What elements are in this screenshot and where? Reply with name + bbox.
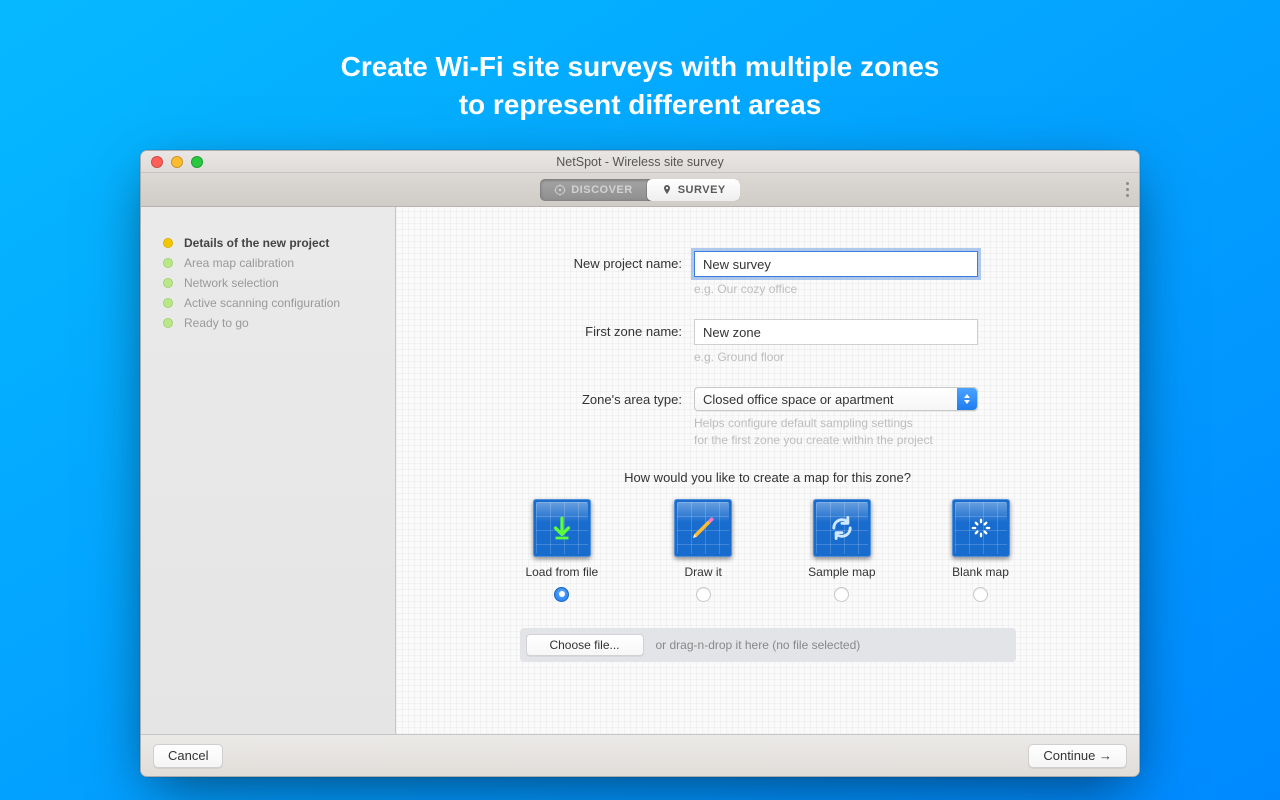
- sparkle-icon: [952, 499, 1010, 557]
- area-type-select[interactable]: Closed office space or apartment: [694, 387, 978, 411]
- sidebar-item-scanning[interactable]: Active scanning configuration: [163, 293, 395, 313]
- map-option-label: Load from file: [525, 565, 598, 579]
- sidebar-item-label: Details of the new project: [184, 236, 329, 250]
- step-dot-icon: [163, 258, 173, 268]
- sidebar-item-calibration[interactable]: Area map calibration: [163, 253, 395, 273]
- app-window: NetSpot - Wireless site survey DISCOVER …: [140, 150, 1140, 777]
- sidebar: Details of the new project Area map cali…: [141, 207, 396, 734]
- toolbar: DISCOVER SURVEY: [141, 173, 1139, 207]
- area-type-hint2: for the first zone you create within the…: [694, 432, 978, 448]
- sidebar-item-label: Active scanning configuration: [184, 296, 340, 310]
- sidebar-item-label: Area map calibration: [184, 256, 294, 270]
- tab-discover[interactable]: DISCOVER: [540, 179, 646, 201]
- map-option-load[interactable]: Load from file: [525, 499, 598, 602]
- area-type-label: Zone's area type:: [436, 387, 694, 407]
- map-option-radio[interactable]: [696, 587, 711, 602]
- window-title: NetSpot - Wireless site survey: [141, 155, 1139, 169]
- sidebar-item-details[interactable]: Details of the new project: [163, 233, 395, 253]
- map-option-label: Sample map: [808, 565, 875, 579]
- map-option-radio[interactable]: [554, 587, 569, 602]
- tab-survey[interactable]: SURVEY: [647, 179, 740, 201]
- tab-survey-label: SURVEY: [678, 184, 726, 196]
- promo-line1: Create Wi-Fi site surveys with multiple …: [0, 48, 1280, 86]
- step-dot-icon: [163, 238, 173, 248]
- project-name-label: New project name:: [436, 251, 694, 271]
- step-dot-icon: [163, 278, 173, 288]
- project-name-hint: e.g. Our cozy office: [694, 281, 978, 297]
- step-dot-icon: [163, 298, 173, 308]
- overflow-menu-icon[interactable]: [1126, 173, 1129, 206]
- promo-heading: Create Wi-Fi site surveys with multiple …: [0, 0, 1280, 124]
- continue-button[interactable]: Continue →: [1028, 744, 1127, 768]
- map-options: Load from file Draw it Sample map: [436, 499, 1099, 602]
- sidebar-item-ready[interactable]: Ready to go: [163, 313, 395, 333]
- map-question: How would you like to create a map for t…: [436, 470, 1099, 485]
- tab-discover-label: DISCOVER: [571, 184, 632, 196]
- chevron-updown-icon: [957, 388, 977, 410]
- sidebar-item-network[interactable]: Network selection: [163, 273, 395, 293]
- promo-line2: to represent different areas: [0, 86, 1280, 124]
- file-dropzone[interactable]: Choose file... or drag-n-drop it here (n…: [520, 628, 1016, 662]
- mode-segment: DISCOVER SURVEY: [540, 179, 740, 201]
- map-option-draw[interactable]: Draw it: [674, 499, 732, 602]
- map-option-sample[interactable]: Sample map: [808, 499, 875, 602]
- step-dot-icon: [163, 318, 173, 328]
- map-option-radio[interactable]: [834, 587, 849, 602]
- titlebar: NetSpot - Wireless site survey: [141, 151, 1139, 173]
- pencil-icon: [674, 499, 732, 557]
- sidebar-item-label: Network selection: [184, 276, 279, 290]
- dropzone-text: or drag-n-drop it here (no file selected…: [656, 638, 861, 652]
- map-option-blank[interactable]: Blank map: [952, 499, 1010, 602]
- target-icon: [554, 184, 566, 196]
- map-option-label: Draw it: [684, 565, 721, 579]
- cancel-button[interactable]: Cancel: [153, 744, 223, 768]
- zone-name-label: First zone name:: [436, 319, 694, 339]
- download-icon: [533, 499, 591, 557]
- sidebar-item-label: Ready to go: [184, 316, 249, 330]
- zone-name-hint: e.g. Ground floor: [694, 349, 978, 365]
- map-option-label: Blank map: [952, 565, 1009, 579]
- area-type-value: Closed office space or apartment: [703, 392, 894, 407]
- zone-name-input[interactable]: [694, 319, 978, 345]
- pin-icon: [661, 184, 673, 196]
- map-option-radio[interactable]: [973, 587, 988, 602]
- main-panel: New project name: e.g. Our cozy office F…: [396, 207, 1139, 734]
- area-type-hint1: Helps configure default sampling setting…: [694, 415, 978, 431]
- wizard-footer: Cancel Continue →: [141, 734, 1139, 776]
- refresh-icon: [813, 499, 871, 557]
- choose-file-button[interactable]: Choose file...: [526, 634, 644, 656]
- project-name-input[interactable]: [694, 251, 978, 277]
